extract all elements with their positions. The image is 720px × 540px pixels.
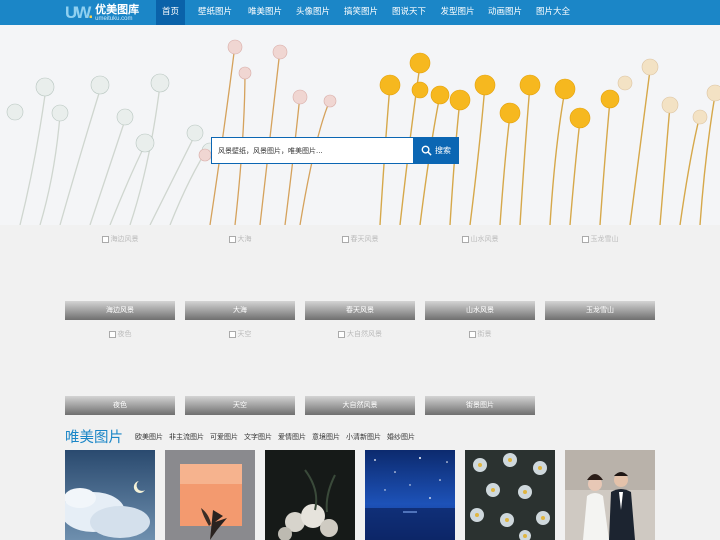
category-image: 大海 (185, 225, 295, 301)
category-label: 天空 (185, 396, 295, 415)
nav-item-aesthetic[interactable]: 唯美图片 (242, 0, 288, 25)
category-card[interactable]: 大海 大海 (185, 225, 295, 320)
tag-link[interactable]: 意境图片 (312, 432, 340, 442)
section-title[interactable]: 唯美图片 (65, 426, 123, 447)
hero-banner: 搜索 (0, 25, 720, 225)
category-label: 玉龙雪山 (545, 301, 655, 320)
category-image: 海边风景 (65, 225, 175, 301)
nav-item-animation[interactable]: 动画图片 (481, 0, 529, 25)
category-image: 大自然风景 (305, 320, 415, 396)
nav-item-avatar[interactable]: 头像图片 (288, 0, 338, 25)
section-tags: 欧美图片 非主流图片 可爱图片 文字图片 爱情图片 意境图片 小清新图片 婚纱图… (135, 432, 415, 442)
site-domain: umeituku.com (95, 16, 133, 22)
tag-link[interactable]: 小清新图片 (346, 432, 381, 442)
site-logo[interactable]: UW. 优美图库 umeituku.com (65, 2, 139, 24)
thumbnail-sunset-window[interactable] (165, 450, 255, 540)
top-navbar: UW. 优美图库 umeituku.com 首页 壁纸图片 唯美图片 头像图片 … (0, 0, 720, 25)
category-image: 玉龙雪山 (545, 225, 655, 301)
thumbnail-white-roses[interactable] (265, 450, 355, 540)
search-button[interactable]: 搜索 (413, 137, 459, 164)
tag-link[interactable]: 非主流图片 (169, 432, 204, 442)
nav-item-funny[interactable]: 搞笑图片 (338, 0, 384, 25)
search-bar: 搜索 (211, 137, 459, 164)
category-image: 街景 (425, 320, 535, 396)
category-image: 山水风景 (425, 225, 535, 301)
nav-item-wallpaper[interactable]: 壁纸图片 (188, 0, 242, 25)
tag-link[interactable]: 爱情图片 (278, 432, 306, 442)
category-card[interactable]: 山水风景 山水风景 (425, 225, 535, 320)
category-label: 山水风景 (425, 301, 535, 320)
category-card[interactable]: 夜色 夜色 (65, 320, 175, 415)
search-button-label: 搜索 (435, 146, 451, 155)
thumbnail-starry-sea[interactable] (365, 450, 455, 540)
nav-item-home[interactable]: 首页 (156, 0, 185, 25)
category-card[interactable]: 海边风景 海边风景 (65, 225, 175, 320)
tag-link[interactable]: 可爱图片 (210, 432, 238, 442)
search-icon (421, 145, 432, 156)
category-card[interactable]: 大自然风景 大自然风景 (305, 320, 415, 415)
category-image: 天空 (185, 320, 295, 396)
category-label: 春天风景 (305, 301, 415, 320)
category-image: 春天风景 (305, 225, 415, 301)
category-card[interactable]: 天空 天空 (185, 320, 295, 415)
category-image: 夜色 (65, 320, 175, 396)
category-card[interactable]: 街景 街景图片 (425, 320, 535, 415)
thumbnail-daisies[interactable] (465, 450, 555, 540)
thumbnail-clouds-moon[interactable] (65, 450, 155, 540)
nav-item-hairstyle[interactable]: 发型图片 (434, 0, 481, 25)
category-label: 海边风景 (65, 301, 175, 320)
main-menu: 首页 壁纸图片 唯美图片 头像图片 搞笑图片 图说天下 发型图片 动画图片 图片… (156, 0, 577, 25)
tag-link[interactable]: 婚纱图片 (387, 432, 415, 442)
category-card[interactable]: 春天风景 春天风景 (305, 225, 415, 320)
category-label: 大自然风景 (305, 396, 415, 415)
category-label: 夜色 (65, 396, 175, 415)
logo-mark: UW. (65, 3, 93, 22)
category-card[interactable]: 玉龙雪山 玉龙雪山 (545, 225, 655, 320)
tag-link[interactable]: 文字图片 (244, 432, 272, 442)
hero-flowers-image (0, 25, 720, 225)
thumbnail-wedding-couple[interactable] (565, 450, 655, 540)
tag-link[interactable]: 欧美图片 (135, 432, 163, 442)
nav-item-all[interactable]: 图片大全 (529, 0, 577, 25)
category-label: 街景图片 (425, 396, 535, 415)
site-name: 优美图库 (95, 3, 140, 16)
nav-item-picture-world[interactable]: 图说天下 (384, 0, 434, 25)
category-label: 大海 (185, 301, 295, 320)
search-input[interactable] (211, 137, 413, 164)
